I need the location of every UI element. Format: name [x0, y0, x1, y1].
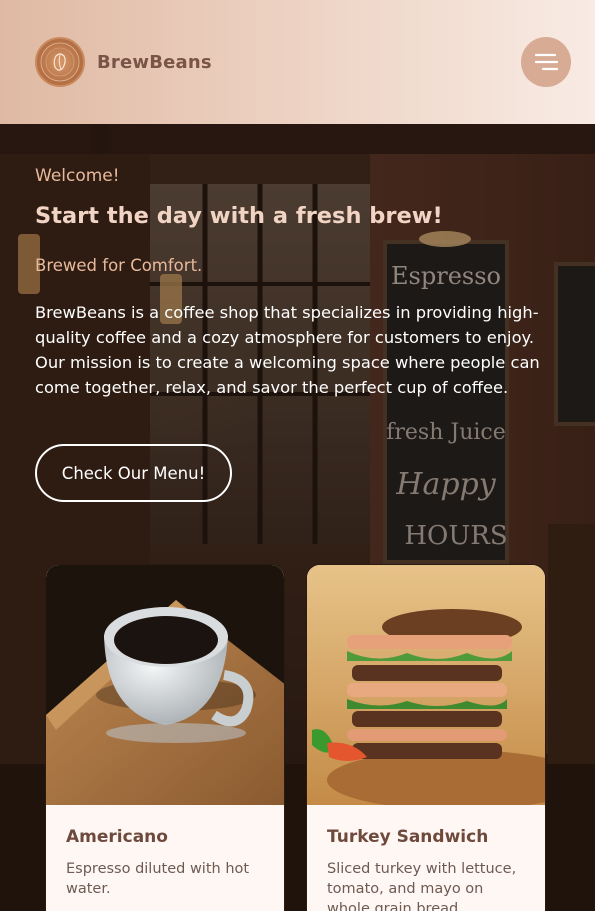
card-description: Espresso diluted with hot water. — [66, 861, 250, 897]
site-header: BrewBeans — [0, 0, 595, 124]
check-menu-button[interactable]: Check Our Menu! — [35, 444, 232, 502]
hero-headline: Start the day with a fresh brew! — [35, 203, 443, 229]
card-title: Turkey Sandwich — [327, 827, 489, 847]
card-description: Sliced turkey with lettuce, tomato, and … — [327, 861, 517, 911]
sandwich-image — [307, 565, 545, 805]
hero-tagline: Brewed for Comfort. — [35, 256, 203, 275]
coffee-cup-image — [46, 565, 284, 805]
menu-card-turkey-sandwich[interactable]: Turkey Sandwich Sliced turkey with lettu… — [306, 564, 546, 911]
hamburger-menu-icon — [534, 53, 559, 71]
card-title: Americano — [66, 827, 168, 847]
menu-button[interactable] — [521, 37, 571, 87]
menu-card-americano[interactable]: Americano Espresso diluted with hot wate… — [45, 564, 285, 911]
coffee-shop-logo[interactable] — [35, 37, 85, 87]
brand[interactable]: BrewBeans — [35, 37, 212, 87]
welcome-text: Welcome! — [35, 166, 120, 186]
brand-name[interactable]: BrewBeans — [97, 52, 212, 73]
hero-section: Espresso fresh Juice Happy HOURS Welcome… — [0, 124, 595, 911]
hero-description: BrewBeans is a coffee shop that speciali… — [35, 303, 540, 397]
